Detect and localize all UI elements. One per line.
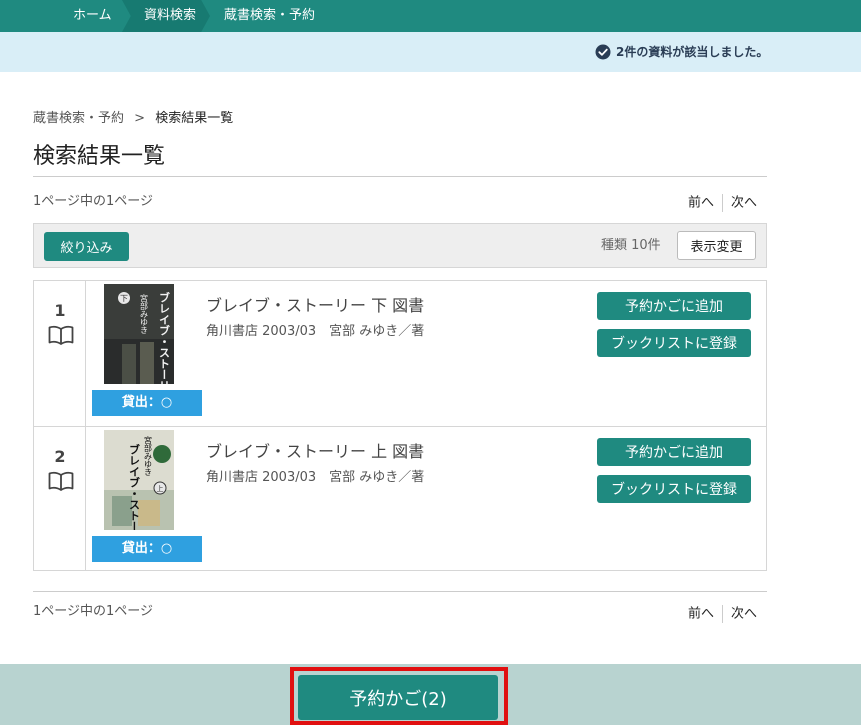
book-title-link[interactable]: ブレイブ・ストーリー 上 図書 — [206, 441, 424, 463]
result-list: 1 下 ブレイブ・ストーリー 宮部みゆき 貸出：○ ブレイブ・ストーリー 下 図… — [33, 280, 767, 571]
page-title: 検索結果一覧 — [33, 144, 166, 169]
add-to-cart-button[interactable]: 予約かごに追加 — [597, 438, 751, 466]
result-count-message: 2件の資料が該当しました。 — [616, 45, 769, 59]
next-page-link[interactable]: 次へ — [731, 196, 757, 211]
cover-volume: 下 — [120, 294, 128, 303]
book-cover-image[interactable]: 上 ブレイブ・ストーリー 宮部みゆき — [104, 430, 174, 530]
book-meta: 角川書店 2003/03 宮部 みゆき／著 — [206, 324, 425, 339]
book-title-link[interactable]: ブレイブ・ストーリー 下 図書 — [206, 295, 424, 317]
nav-search-link[interactable]: 資料検索 — [144, 0, 196, 32]
item-number: 1 — [54, 301, 66, 320]
nav-current: 蔵書検索・予約 — [224, 8, 316, 23]
add-to-booklist-button[interactable]: ブックリストに登録 — [597, 329, 751, 357]
bottom-divider — [33, 591, 767, 592]
cover-title: ブレイブ・ストーリー — [128, 443, 141, 530]
availability-badge: 貸出：○ — [92, 536, 202, 562]
book-icon — [48, 471, 74, 491]
reservation-cart-button[interactable]: 予約かご(2) — [298, 675, 498, 720]
result-item: 1 下 ブレイブ・ストーリー 宮部みゆき 貸出：○ ブレイブ・ストーリー 下 図… — [34, 281, 766, 426]
pager-divider — [722, 194, 724, 212]
item-number-column: 1 — [34, 281, 86, 426]
breadcrumb-parent-link[interactable]: 蔵書検索・予約 — [33, 111, 124, 126]
book-meta: 角川書店 2003/03 宮部 みゆき／著 — [206, 470, 425, 485]
nav-home-link[interactable]: ホーム — [73, 0, 112, 32]
item-number-column: 2 — [34, 427, 86, 571]
change-view-button[interactable]: 表示変更 — [677, 231, 756, 260]
breadcrumb-separator: > — [134, 111, 146, 126]
page-info-top: 1ページ中の1ページ — [33, 194, 154, 209]
cover-title: ブレイブ・ストーリー — [158, 291, 171, 384]
book-cover-image[interactable]: 下 ブレイブ・ストーリー 宮部みゆき — [104, 284, 174, 384]
add-to-booklist-button[interactable]: ブックリストに登録 — [597, 475, 751, 503]
filter-button[interactable]: 絞り込み — [44, 232, 129, 261]
kind-count-label: 種類 10件 — [601, 238, 661, 253]
cover-author: 宮部みゆき — [140, 293, 149, 334]
item-number: 2 — [54, 447, 66, 466]
cover-author: 宮部みゆき — [144, 435, 153, 476]
pager-divider — [722, 605, 724, 623]
prev-page-link[interactable]: 前へ — [688, 607, 714, 622]
prev-page-link[interactable]: 前へ — [688, 196, 714, 211]
add-to-cart-button[interactable]: 予約かごに追加 — [597, 292, 751, 320]
book-icon — [48, 325, 74, 345]
page-info-bottom: 1ページ中の1ページ — [33, 604, 154, 619]
pager-top: 前へ 次へ — [688, 194, 757, 213]
result-item: 2 上 ブレイブ・ストーリー 宮部みゆき 貸出：○ ブレイブ・ストーリー 上 図… — [34, 426, 766, 571]
pager-bottom: 前へ 次へ — [688, 605, 757, 624]
breadcrumb-current: 検索結果一覧 — [155, 111, 234, 126]
next-page-link[interactable]: 次へ — [731, 607, 757, 622]
availability-badge: 貸出：○ — [92, 390, 202, 416]
breadcrumb: 蔵書検索・予約 > 検索結果一覧 — [33, 110, 233, 128]
cover-volume: 上 — [157, 484, 164, 493]
title-divider — [33, 176, 767, 177]
check-circle-icon — [595, 44, 611, 60]
